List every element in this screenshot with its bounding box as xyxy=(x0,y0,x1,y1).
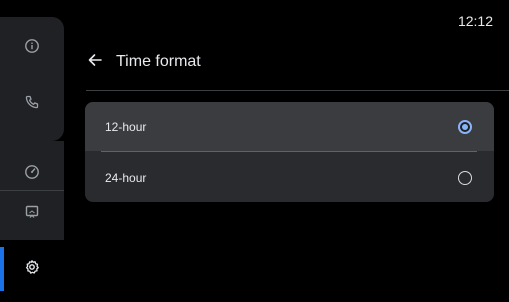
list-divider xyxy=(101,151,477,152)
page-header: Time format xyxy=(86,48,201,76)
phone-icon xyxy=(24,94,40,115)
rail-item-phone[interactable] xyxy=(0,76,64,132)
display-icon xyxy=(24,204,40,225)
arrow-left-icon xyxy=(86,51,104,74)
rail-item-info[interactable] xyxy=(0,20,64,76)
gear-icon xyxy=(24,259,40,280)
speedometer-icon xyxy=(24,164,40,185)
option-label: 12-hour xyxy=(105,119,147,134)
page-title: Time format xyxy=(116,53,201,70)
option-24-hour[interactable]: 24-hour xyxy=(85,153,494,202)
rail-item-display[interactable] xyxy=(0,186,64,242)
time-format-options: 12-hour 24-hour xyxy=(85,102,494,202)
radio-unselected-icon[interactable] xyxy=(458,170,472,185)
status-clock: 12:12 xyxy=(457,13,493,29)
option-label: 24-hour xyxy=(105,170,147,185)
navigation-rail xyxy=(0,0,66,302)
back-button[interactable] xyxy=(86,53,104,71)
header-divider xyxy=(86,90,509,91)
rail-item-settings[interactable] xyxy=(0,241,64,297)
info-icon xyxy=(24,38,40,59)
radio-selected-icon[interactable] xyxy=(458,119,472,134)
option-12-hour[interactable]: 12-hour xyxy=(85,102,494,151)
